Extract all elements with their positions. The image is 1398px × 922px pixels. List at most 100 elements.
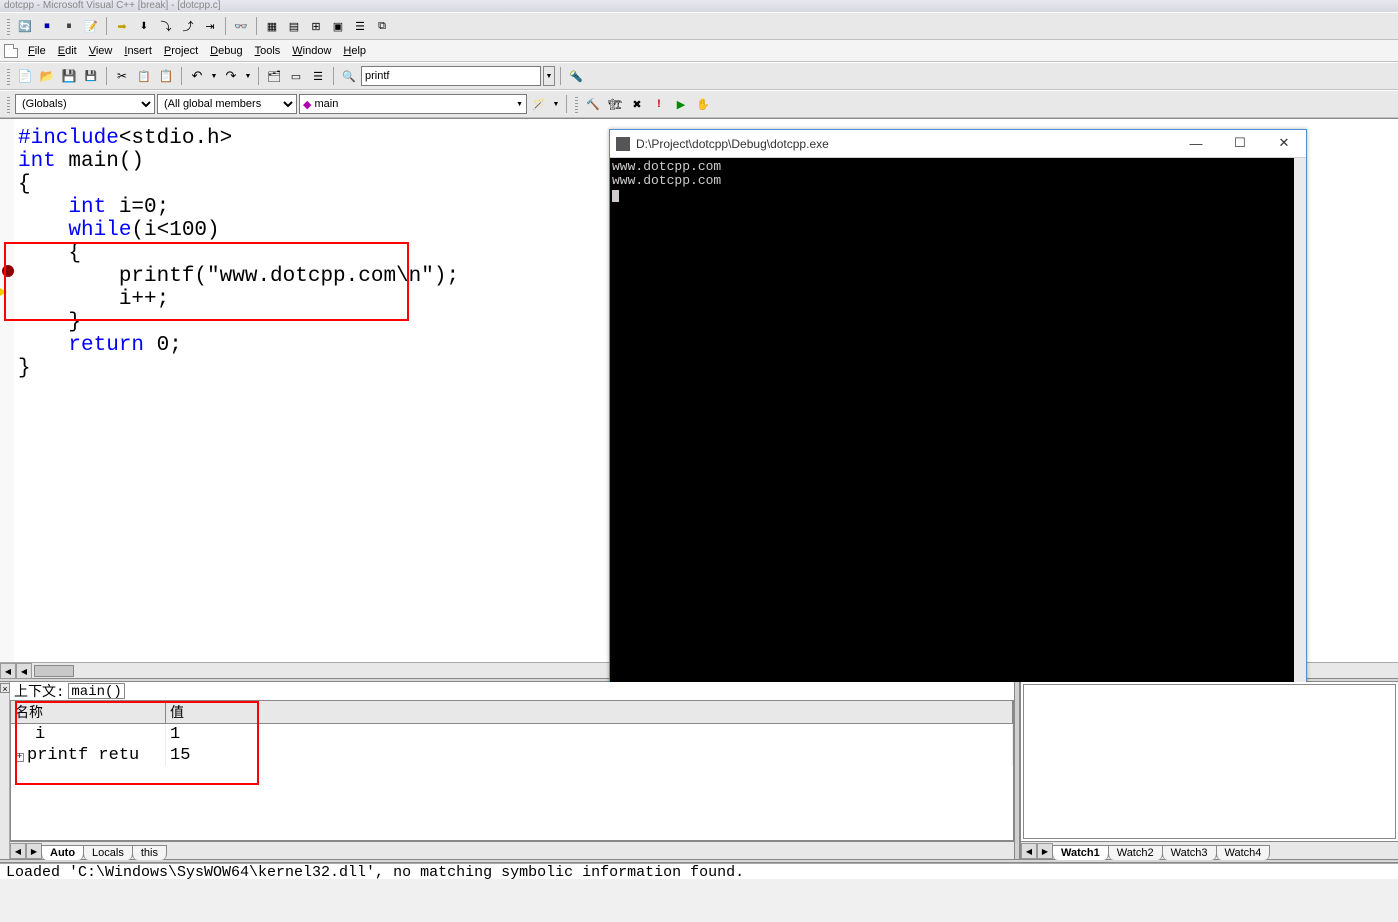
close-button[interactable]: ✕ — [1262, 130, 1306, 156]
menu-view[interactable]: View — [83, 43, 119, 59]
scope-members-combo[interactable]: (All global members — [157, 94, 297, 114]
find-in-files-button[interactable]: 🔍 — [339, 66, 359, 86]
maximize-button[interactable]: ☐ — [1218, 130, 1262, 156]
var-value[interactable]: 15 — [166, 745, 1013, 766]
apply-changes-button[interactable]: 📝 — [81, 16, 101, 36]
tab-watch1[interactable]: Watch1 — [1052, 845, 1109, 860]
separator — [225, 17, 226, 35]
disassembly-window-button[interactable]: ⧉ — [372, 16, 392, 36]
document-icon[interactable] — [4, 44, 18, 58]
expand-icon[interactable]: + — [15, 753, 24, 762]
undo-dropdown[interactable]: ▼ — [209, 66, 219, 86]
tab-auto[interactable]: Auto — [41, 845, 84, 860]
tab-watch4[interactable]: Watch4 — [1216, 845, 1271, 860]
variables-window-button[interactable]: ▤ — [284, 16, 304, 36]
open-button[interactable] — [37, 66, 57, 86]
window-title: dotcpp - Microsoft Visual C++ [break] - … — [0, 0, 1398, 12]
tab-this[interactable]: this — [132, 845, 167, 860]
find-input[interactable]: printf — [361, 66, 541, 86]
redo-button[interactable] — [221, 66, 241, 86]
quickwatch-button[interactable]: 👓 — [231, 16, 251, 36]
registers-window-button[interactable]: ⊞ — [306, 16, 326, 36]
separator — [181, 67, 182, 85]
panel-close-icon[interactable]: × — [0, 683, 10, 693]
step-over-button[interactable] — [156, 16, 176, 36]
restart-debug-button[interactable]: 🔄 — [15, 16, 35, 36]
show-next-button[interactable]: ➡ — [112, 16, 132, 36]
grip-icon[interactable] — [7, 95, 10, 113]
save-button[interactable] — [59, 66, 79, 86]
scope-globals-combo[interactable]: (Globals) — [15, 94, 155, 114]
column-header-value[interactable]: 值 — [166, 701, 1013, 724]
grip-icon[interactable] — [575, 95, 578, 113]
menu-tools[interactable]: Tools — [249, 43, 287, 59]
var-name: +printf retu — [11, 745, 166, 766]
execute-button[interactable]: ! — [649, 94, 669, 114]
menu-project[interactable]: Project — [158, 43, 204, 59]
context-value[interactable]: main() — [68, 683, 124, 699]
code-token: while — [18, 219, 131, 242]
grip-icon[interactable] — [7, 17, 10, 35]
watch-grid[interactable] — [1023, 684, 1396, 839]
console-titlebar[interactable]: D:\Project\dotcpp\Debug\dotcpp.exe — ☐ ✕ — [610, 130, 1306, 158]
grip-icon[interactable] — [7, 67, 10, 85]
go-button[interactable] — [671, 94, 691, 114]
var-value[interactable]: 1 — [166, 724, 1013, 745]
new-button[interactable] — [15, 66, 35, 86]
window-list-button[interactable]: ☰ — [308, 66, 328, 86]
output-button[interactable]: ▭ — [286, 66, 306, 86]
tab-scroll-left[interactable]: ◀ — [10, 843, 26, 859]
wizard-dropdown[interactable]: ▼ — [551, 94, 561, 114]
paste-button[interactable] — [156, 66, 176, 86]
panel-grip[interactable]: × — [0, 682, 10, 859]
undo-button[interactable] — [187, 66, 207, 86]
tab-scroll-right[interactable]: ▶ — [1037, 843, 1053, 859]
copy-button[interactable] — [134, 66, 154, 86]
tab-watch3[interactable]: Watch3 — [1162, 845, 1217, 860]
build-button[interactable]: 🏗 — [605, 94, 625, 114]
find-dropdown[interactable]: ▼ — [543, 66, 555, 86]
menu-help[interactable]: Help — [337, 43, 372, 59]
stop-debug-button[interactable]: ⏹ — [37, 16, 57, 36]
tab-scroll-right[interactable]: ▶ — [26, 843, 42, 859]
tab-locals[interactable]: Locals — [83, 845, 133, 860]
cursor-icon — [612, 190, 619, 202]
menu-edit[interactable]: Edit — [52, 43, 83, 59]
scroll-thumb[interactable] — [34, 665, 74, 677]
table-row[interactable]: +printf retu 15 — [11, 745, 1013, 766]
wizard-action-button[interactable]: 🪄 — [529, 94, 549, 114]
run-to-cursor-button[interactable]: ⇥ — [200, 16, 220, 36]
stop-build-button[interactable]: ✖ — [627, 94, 647, 114]
variables-grid[interactable]: 名称 值 i 1 +printf retu 15 — [10, 700, 1014, 841]
step-out-button[interactable] — [178, 16, 198, 36]
menu-insert[interactable]: Insert — [118, 43, 158, 59]
insert-breakpoint-button[interactable]: ✋ — [693, 94, 713, 114]
watch-window-button[interactable]: ▦ — [262, 16, 282, 36]
function-combo[interactable]: ◆ main ▼ — [299, 94, 527, 114]
cut-button[interactable] — [112, 66, 132, 86]
code-token: { — [18, 173, 31, 196]
menu-debug[interactable]: Debug — [204, 43, 248, 59]
bottom-panels: × 上下文: main() 名称 值 i 1 +printf retu 15 ◀… — [0, 682, 1398, 859]
callstack-window-button[interactable]: ☰ — [350, 16, 370, 36]
menu-window[interactable]: Window — [286, 43, 337, 59]
step-into-button[interactable] — [134, 16, 154, 36]
scroll-left-button[interactable]: ◀ — [16, 663, 32, 679]
compile-button[interactable] — [583, 94, 603, 114]
autos-tabs: ◀ ▶ Auto Locals this — [10, 841, 1014, 859]
break-all-button[interactable]: ⏸ — [59, 16, 79, 36]
column-header-name[interactable]: 名称 — [11, 701, 166, 724]
table-row[interactable]: i 1 — [11, 724, 1013, 745]
save-all-button[interactable] — [81, 66, 101, 86]
code-token: #include — [18, 127, 119, 150]
search-button[interactable]: 🔦 — [566, 66, 586, 86]
memory-window-button[interactable]: ▣ — [328, 16, 348, 36]
tab-watch2[interactable]: Watch2 — [1108, 845, 1163, 860]
tab-scroll-left[interactable]: ◀ — [1021, 843, 1037, 859]
scroll-left-button[interactable]: ◀ — [0, 663, 16, 679]
minimize-button[interactable]: — — [1174, 130, 1218, 156]
context-row: 上下文: main() — [10, 682, 1014, 700]
redo-dropdown[interactable]: ▼ — [243, 66, 253, 86]
workspace-button[interactable]: 🗂 — [264, 66, 284, 86]
menu-file[interactable]: File — [22, 43, 52, 59]
